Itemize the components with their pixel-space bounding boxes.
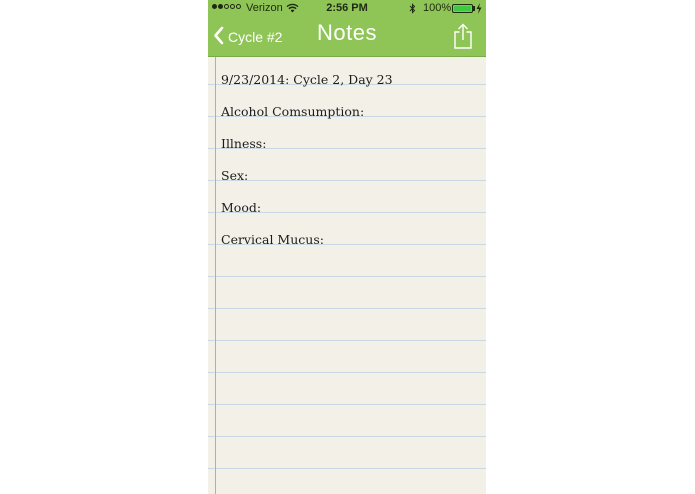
- note-line: Mood:: [221, 200, 262, 215]
- battery-percentage: 100%: [423, 2, 452, 14]
- phone-screen: Verizon 2:56 PM 100% Cycle #2 Notes 9/23…: [208, 0, 486, 494]
- navigation-bar: Verizon 2:56 PM 100% Cycle #2 Notes: [208, 0, 486, 57]
- battery-cap: [473, 6, 475, 11]
- note-line: Sex:: [221, 168, 249, 183]
- charging-bolt-icon: [476, 3, 482, 17]
- notes-text[interactable]: 9/23/2014: Cycle 2, Day 23 Alcohol Comsu…: [221, 70, 393, 262]
- battery-icon: [452, 4, 473, 13]
- note-line: Illness:: [221, 136, 267, 151]
- note-line: 9/23/2014: Cycle 2, Day 23: [221, 72, 393, 87]
- paper-margin-line: [215, 57, 216, 494]
- share-button[interactable]: [451, 22, 475, 50]
- page-title: Notes: [317, 20, 377, 45]
- note-line: Cervical Mucus:: [221, 232, 324, 247]
- status-bar: Verizon 2:56 PM 100%: [208, 0, 486, 18]
- bluetooth-icon: [409, 3, 416, 17]
- share-icon: [451, 23, 475, 54]
- note-line: Alcohol Comsumption:: [221, 104, 365, 119]
- battery-level-fill: [454, 6, 471, 11]
